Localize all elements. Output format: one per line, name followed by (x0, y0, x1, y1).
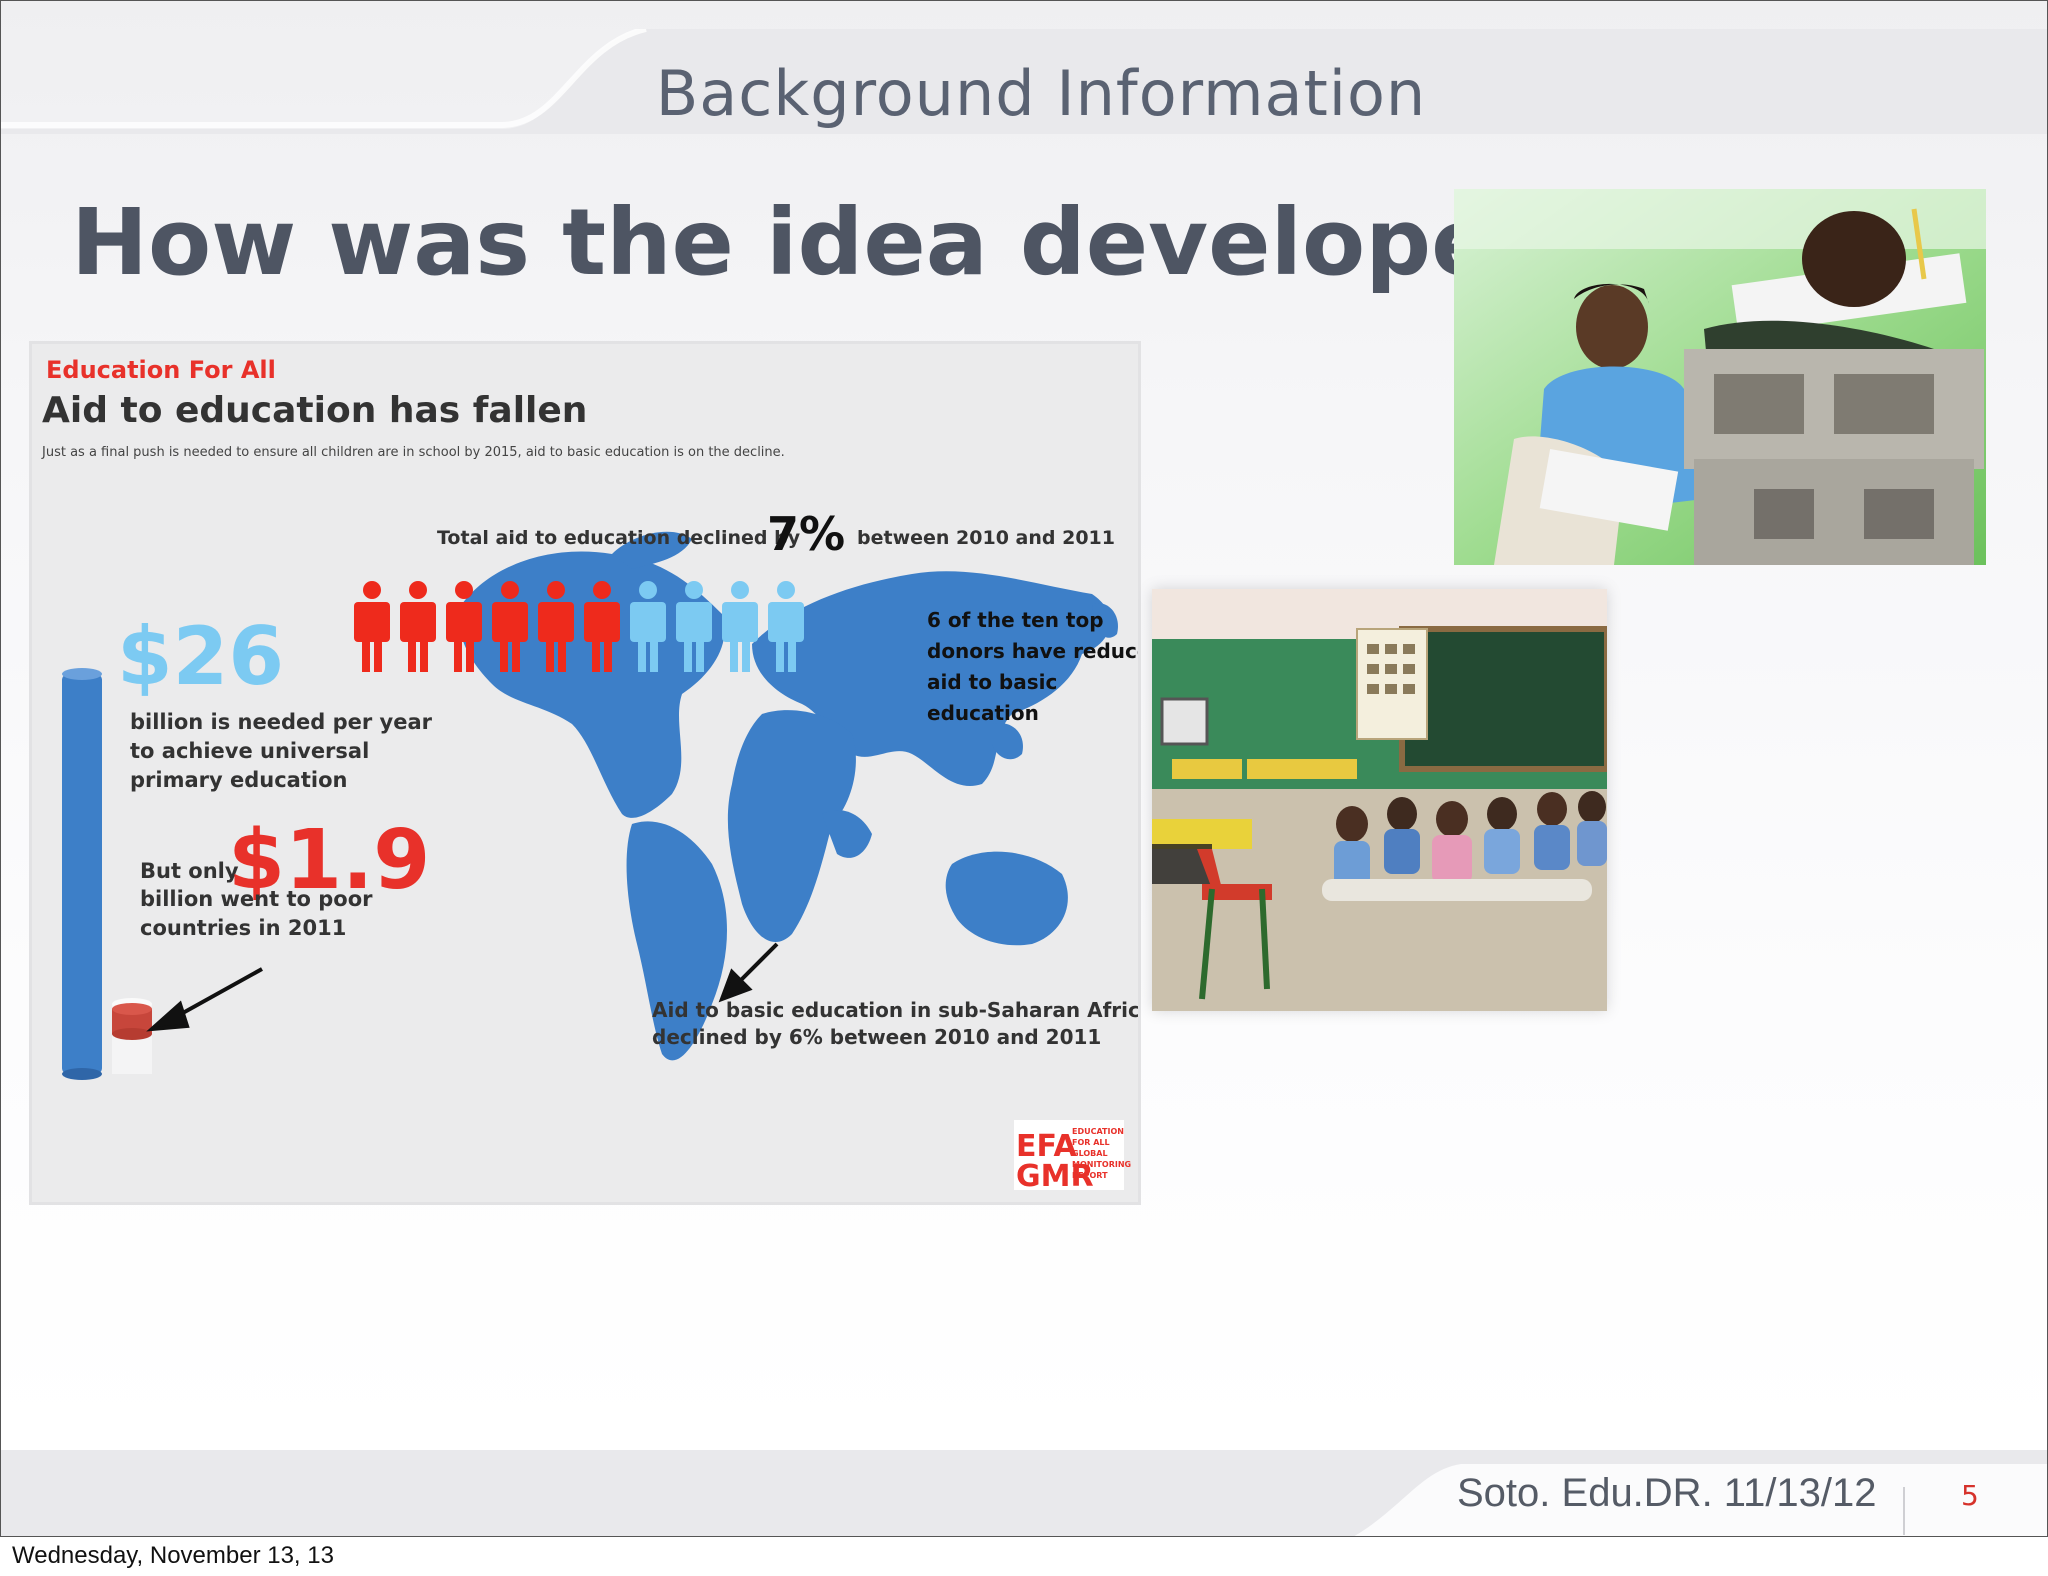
logo-word-2: FOR ALL (1072, 1138, 1110, 1147)
total-percent: 7% (767, 507, 845, 561)
infographic-brand: Education For All (46, 356, 276, 384)
infographic-graphic: EFA GMR EDUCATION FOR ALL GLOBAL MONITOR… (32, 344, 1138, 1202)
slide: Background Information How was the idea … (0, 0, 2048, 1537)
need-line-2: to achieve universal (130, 739, 369, 763)
need-line-1: billion is needed per year (130, 710, 433, 734)
page-number: 5 (1961, 1479, 1979, 1512)
infographic-subtitle: Just as a final push is needed to ensure… (41, 445, 785, 460)
logo-word-1: EDUCATION (1072, 1127, 1124, 1136)
logo-word-5: REPORT (1072, 1171, 1108, 1180)
donors-line-1: 6 of the ten top (927, 608, 1104, 632)
photo-boys-reading-graphic (1454, 189, 1986, 565)
logo-word-3: GLOBAL (1072, 1149, 1108, 1158)
africa-line-1: Aid to basic education in sub-Saharan Af… (652, 998, 1138, 1022)
efa-gmr-logo: EFA GMR EDUCATION FOR ALL GLOBAL MONITOR… (1014, 1120, 1131, 1194)
donors-line-4: education (927, 701, 1039, 725)
footer-separator (1903, 1487, 1905, 1535)
only-line-2: countries in 2011 (140, 916, 346, 940)
infographic: EFA GMR EDUCATION FOR ALL GLOBAL MONITOR… (29, 341, 1141, 1205)
logo-word-4: MONITORING (1072, 1160, 1131, 1169)
donors-line-3: aid to basic (927, 670, 1057, 694)
photo-boys-reading (1454, 189, 1986, 565)
donors-line-2: donors have reduced (927, 639, 1138, 663)
africa-line-2: declined by 6% between 2010 and 2011 (652, 1025, 1101, 1049)
slide-heading: How was the idea developed? (71, 189, 1613, 296)
footer-credit: Soto. Edu.DR. 11/13/12 (1457, 1471, 1877, 1515)
total-suffix: between 2010 and 2011 (857, 527, 1115, 549)
infographic-title: Aid to education has fallen (42, 390, 587, 431)
need-line-3: primary education (130, 768, 347, 792)
section-title: Background Information (655, 57, 1427, 130)
total-prefix: Total aid to education declined by (437, 527, 801, 549)
only-line-1: billion went to poor (140, 887, 373, 911)
photo-classroom (1152, 589, 1607, 1011)
photo-classroom-graphic (1152, 589, 1607, 1011)
date-label: Wednesday, November 13, 13 (12, 1542, 334, 1569)
need-amount: $26 (117, 610, 284, 703)
only-label: But only (140, 859, 239, 883)
